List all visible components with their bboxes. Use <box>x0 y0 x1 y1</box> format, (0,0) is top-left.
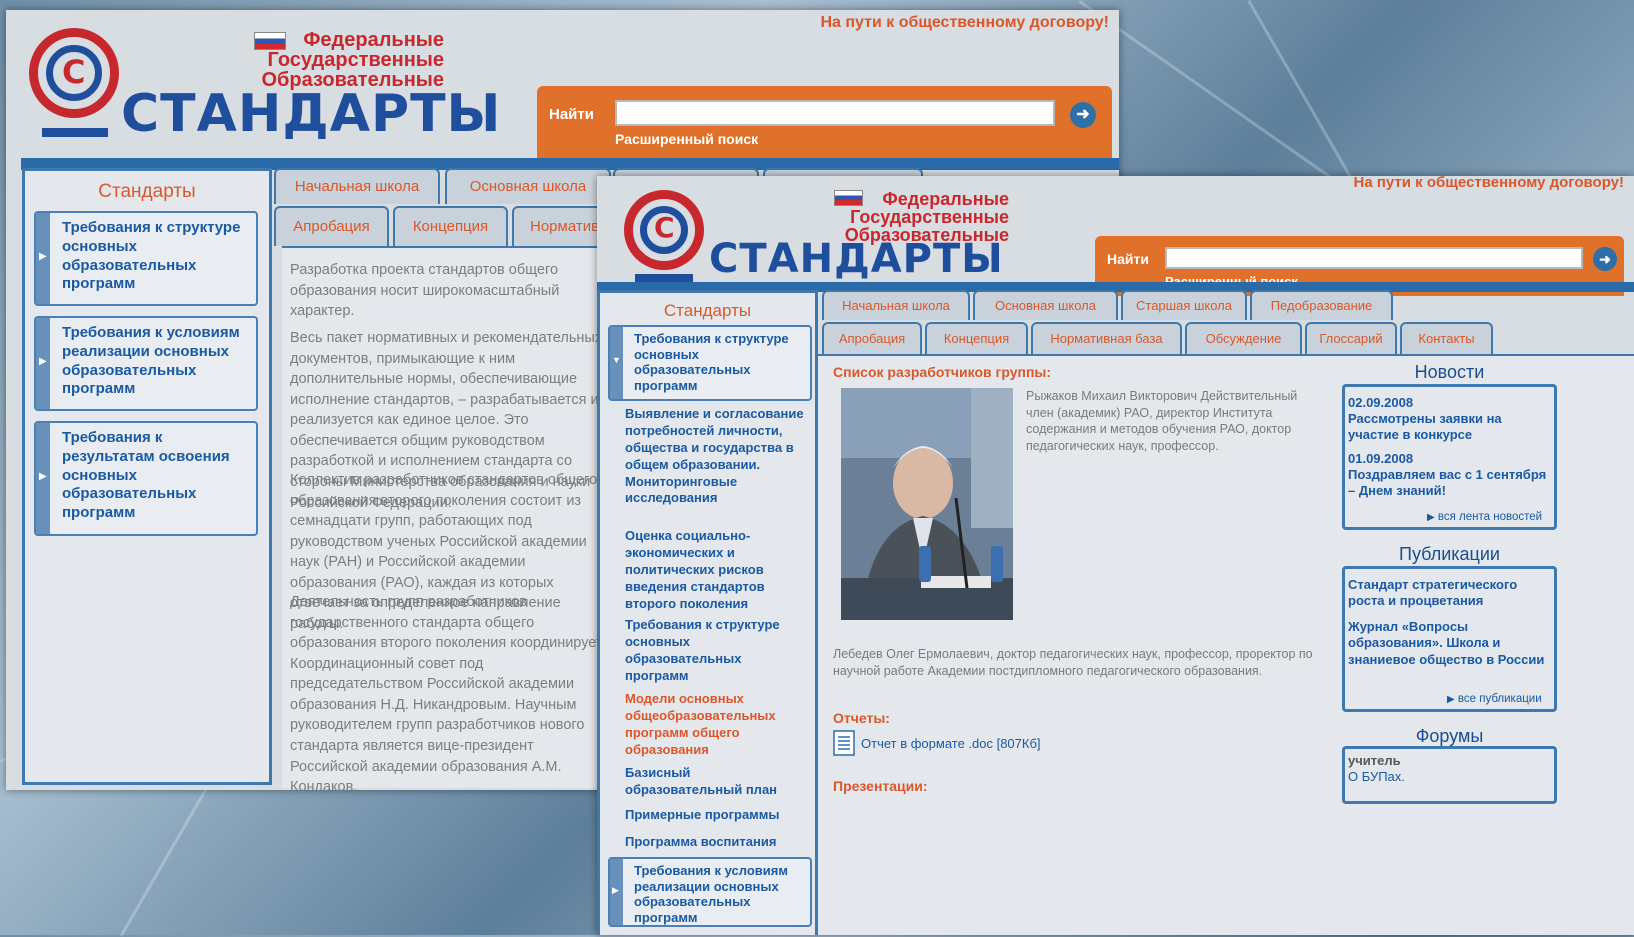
caret-right-icon: ▶ <box>39 251 47 262</box>
search-go-button[interactable]: ➜ <box>1070 102 1096 128</box>
reports-heading: Отчеты: <box>833 710 890 726</box>
logo-line-1: Федеральные <box>303 29 444 51</box>
tab-primary-school[interactable]: Начальная школа <box>274 168 440 204</box>
sidebar-item-conditions[interactable]: ▶ Требования к условиям реализации основ… <box>608 857 812 927</box>
tab-senior-school[interactable]: Старшая школа <box>1121 290 1247 320</box>
sidebar-item-label: Требования к структуре основных образова… <box>634 331 789 393</box>
developers-heading: Список разработчиков группы: <box>833 364 1052 380</box>
publications-box: Стандарт стратегического роста и процвет… <box>1342 566 1557 712</box>
news-date: 01.09.2008 <box>1348 451 1414 466</box>
logo-brand: СТАНДАРТЫ <box>709 236 1004 282</box>
sidebar-title: Стандарты <box>98 181 196 202</box>
sidebar-item-structure[interactable]: ▶ Требования к структуре основных образо… <box>34 211 258 306</box>
tab-contacts[interactable]: Контакты <box>1400 322 1493 354</box>
news-date: 02.09.2008 <box>1348 395 1414 410</box>
tab-glossary[interactable]: Глоссарий <box>1305 322 1397 354</box>
tab-approbation[interactable]: Апробация <box>274 206 389 246</box>
caret-right-icon: ▶ <box>612 885 619 895</box>
tab-discussion[interactable]: Обсуждение <box>1185 322 1302 354</box>
sidebar: Стандарты ▼ Требования к структуре основ… <box>597 290 818 935</box>
person-2-info: Лебедев Олег Ермолаевич, доктор педагоги… <box>833 647 1313 678</box>
person-photo <box>841 388 1013 620</box>
sidebar-item-label: Требования к условиям реализации основны… <box>62 324 240 398</box>
sidebar-link-risks[interactable]: Оценка социально-экономических и политич… <box>625 528 807 612</box>
sidebar-item-structure[interactable]: ▼ Требования к структуре основных образо… <box>608 325 812 401</box>
search-input[interactable] <box>615 100 1055 126</box>
logo-line-2: Государственные <box>267 49 444 71</box>
forums-title: Форумы <box>1415 726 1484 746</box>
tab-approbation[interactable]: Апробация <box>822 322 922 354</box>
search-label: Найти <box>549 106 594 123</box>
forum-topic[interactable]: О БУПах. <box>1348 769 1405 784</box>
tab-concept[interactable]: Концепция <box>925 322 1028 354</box>
sidebar-item-label: Требования к структуре основных образова… <box>62 219 241 293</box>
caret-right-icon: ▶ <box>1447 694 1455 705</box>
publication-item[interactable]: Стандарт стратегического роста и процвет… <box>1348 577 1548 610</box>
search-input[interactable] <box>1165 247 1583 269</box>
front-window: На пути к общественному договору! C Феде… <box>597 176 1634 935</box>
tab-concept[interactable]: Концепция <box>393 206 508 246</box>
sidebar-link-structure[interactable]: Требования к структуре основных образова… <box>625 617 807 685</box>
slogan: На пути к общественному договору! <box>820 14 1109 31</box>
news-item[interactable]: Поздравляем вас с 1 сентября – Днем знан… <box>1348 467 1548 500</box>
logo-tail <box>635 274 693 282</box>
sidebar-title: Стандарты <box>663 301 752 320</box>
caret-right-icon: ▶ <box>39 471 47 482</box>
logo-line-2: Государственные <box>850 207 1009 227</box>
caret-right-icon: ▶ <box>39 356 47 367</box>
sidebar-link-sample-programs[interactable]: Примерные программы <box>625 807 807 824</box>
presentations-heading: Презентации: <box>833 778 928 794</box>
search-label: Найти <box>1107 251 1149 267</box>
logo-brand: СТАНДАРТЫ <box>121 84 502 144</box>
tab-regulatory-base[interactable]: Нормативная база <box>1031 322 1182 354</box>
logo-line-1: Федеральные <box>882 189 1009 209</box>
all-news-label: вся лента новостей <box>1437 511 1543 523</box>
person-1-info: Рыжаков Михаил Викторович Действительный… <box>1026 389 1298 453</box>
sidebar-link-basic-plan[interactable]: Базисный образовательный план <box>625 765 807 799</box>
sidebar-item-label: Требования к результатам освоения основн… <box>62 429 230 521</box>
sidebar-link-upbringing[interactable]: Программа воспитания <box>625 834 807 851</box>
report-link[interactable]: Отчет в формате .doc [807Кб] <box>861 736 1041 751</box>
document-icon <box>833 730 855 756</box>
sidebar-link-needs[interactable]: Выявление и согласование потребностей ли… <box>625 406 807 507</box>
sidebar-link-models[interactable]: Модели основных общеобразовательных прог… <box>625 691 807 759</box>
logo-icon: C <box>29 28 119 118</box>
all-publications-label: все публикации <box>1457 693 1542 705</box>
tab-basic-school[interactable]: Основная школа <box>445 168 611 204</box>
logo-text: Федеральные Государственные Образователь… <box>246 30 444 90</box>
logo-icon: C <box>624 190 704 270</box>
news-box: 02.09.2008 Рассмотрены заявки на участие… <box>1342 384 1557 530</box>
all-news-link[interactable]: ▶ вся лента новостей <box>1427 511 1542 523</box>
publication-item[interactable]: Журнал «Вопросы образования». Школа и зн… <box>1348 619 1548 668</box>
search-go-button[interactable]: ➜ <box>1593 247 1617 271</box>
tab-basic-school[interactable]: Основная школа <box>973 290 1118 320</box>
all-publications-link[interactable]: ▶ все публикации <box>1447 693 1542 705</box>
caret-right-icon: ▶ <box>1427 512 1435 523</box>
search-bar: Найти ➜ Расширенный поиск <box>537 86 1112 168</box>
slogan: На пути к общественному договору! <box>1353 176 1625 191</box>
news-item[interactable]: Рассмотрены заявки на участие в конкурсе <box>1348 411 1548 444</box>
forum-user: учитель <box>1348 753 1401 768</box>
tab-teacher-education[interactable]: Педобразование <box>1250 290 1393 320</box>
news-title: Новости <box>1414 362 1485 382</box>
sidebar-item-results[interactable]: ▶ Требования к результатам освоения осно… <box>34 421 258 536</box>
logo-tail <box>42 128 108 137</box>
tab-primary-school[interactable]: Начальная школа <box>822 290 970 320</box>
publications-title: Публикации <box>1399 544 1500 564</box>
forums-box: учитель О БУПах. <box>1342 746 1557 804</box>
sidebar-item-conditions[interactable]: ▶ Требования к условиям реализации основ… <box>34 316 258 411</box>
sidebar-item-label: Требования к условиям реализации основны… <box>634 863 788 925</box>
paragraph: Разработка проекта стандартов общего обр… <box>290 262 560 320</box>
paragraph: Деятельность групп разработчиков государ… <box>290 594 603 790</box>
caret-down-icon: ▼ <box>612 355 621 365</box>
advanced-search-link[interactable]: Расширенный поиск <box>615 131 758 147</box>
sidebar: Стандарты ▶ Требования к структуре основ… <box>22 168 272 785</box>
